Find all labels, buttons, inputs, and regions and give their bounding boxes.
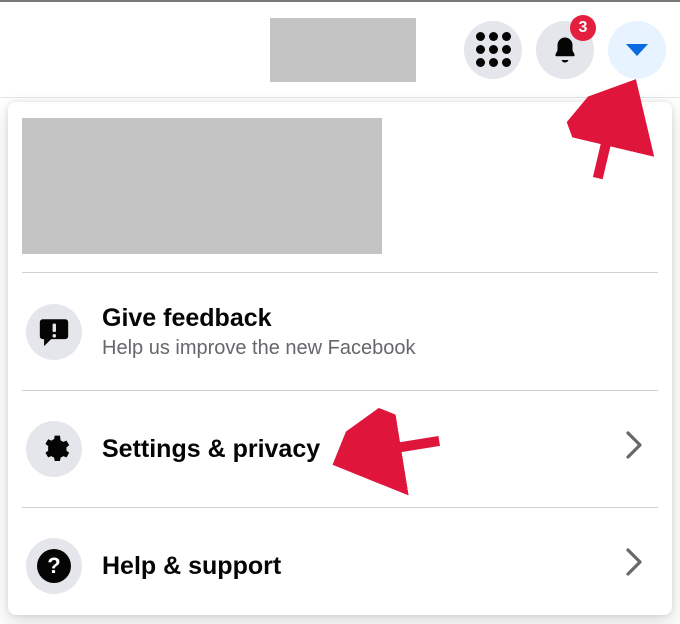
- gear-icon: [38, 433, 70, 465]
- feedback-subtitle: Help us improve the new Facebook: [102, 337, 654, 360]
- menu-item-settings[interactable]: Settings & privacy: [22, 391, 658, 507]
- feedback-title: Give feedback: [102, 303, 654, 333]
- feedback-icon-wrap: [26, 304, 82, 360]
- grid-icon: [476, 32, 511, 67]
- help-title: Help & support: [102, 551, 604, 581]
- account-dropdown: Give feedback Help us improve the new Fa…: [8, 102, 672, 615]
- chevron-right-icon: [624, 546, 654, 586]
- menu-item-help[interactable]: ? Help & support: [22, 508, 658, 624]
- notifications-button[interactable]: 3: [536, 21, 594, 79]
- feedback-text: Give feedback Help us improve the new Fa…: [102, 303, 654, 360]
- settings-title: Settings & privacy: [102, 434, 604, 464]
- topbar: 3: [0, 0, 680, 98]
- menu-item-feedback[interactable]: Give feedback Help us improve the new Fa…: [22, 273, 658, 390]
- redacted-region-profile: [22, 118, 382, 254]
- settings-icon-wrap: [26, 421, 82, 477]
- chevron-right-icon: [624, 429, 654, 469]
- account-menu-button[interactable]: [608, 21, 666, 79]
- help-icon-wrap: ?: [26, 538, 82, 594]
- feedback-icon: [37, 315, 71, 349]
- caret-down-icon: [626, 44, 648, 56]
- redacted-region-top: [270, 18, 416, 82]
- settings-text: Settings & privacy: [102, 434, 604, 464]
- help-text: Help & support: [102, 551, 604, 581]
- menu-apps-button[interactable]: [464, 21, 522, 79]
- question-icon: ?: [37, 549, 71, 583]
- notification-badge: 3: [570, 15, 596, 41]
